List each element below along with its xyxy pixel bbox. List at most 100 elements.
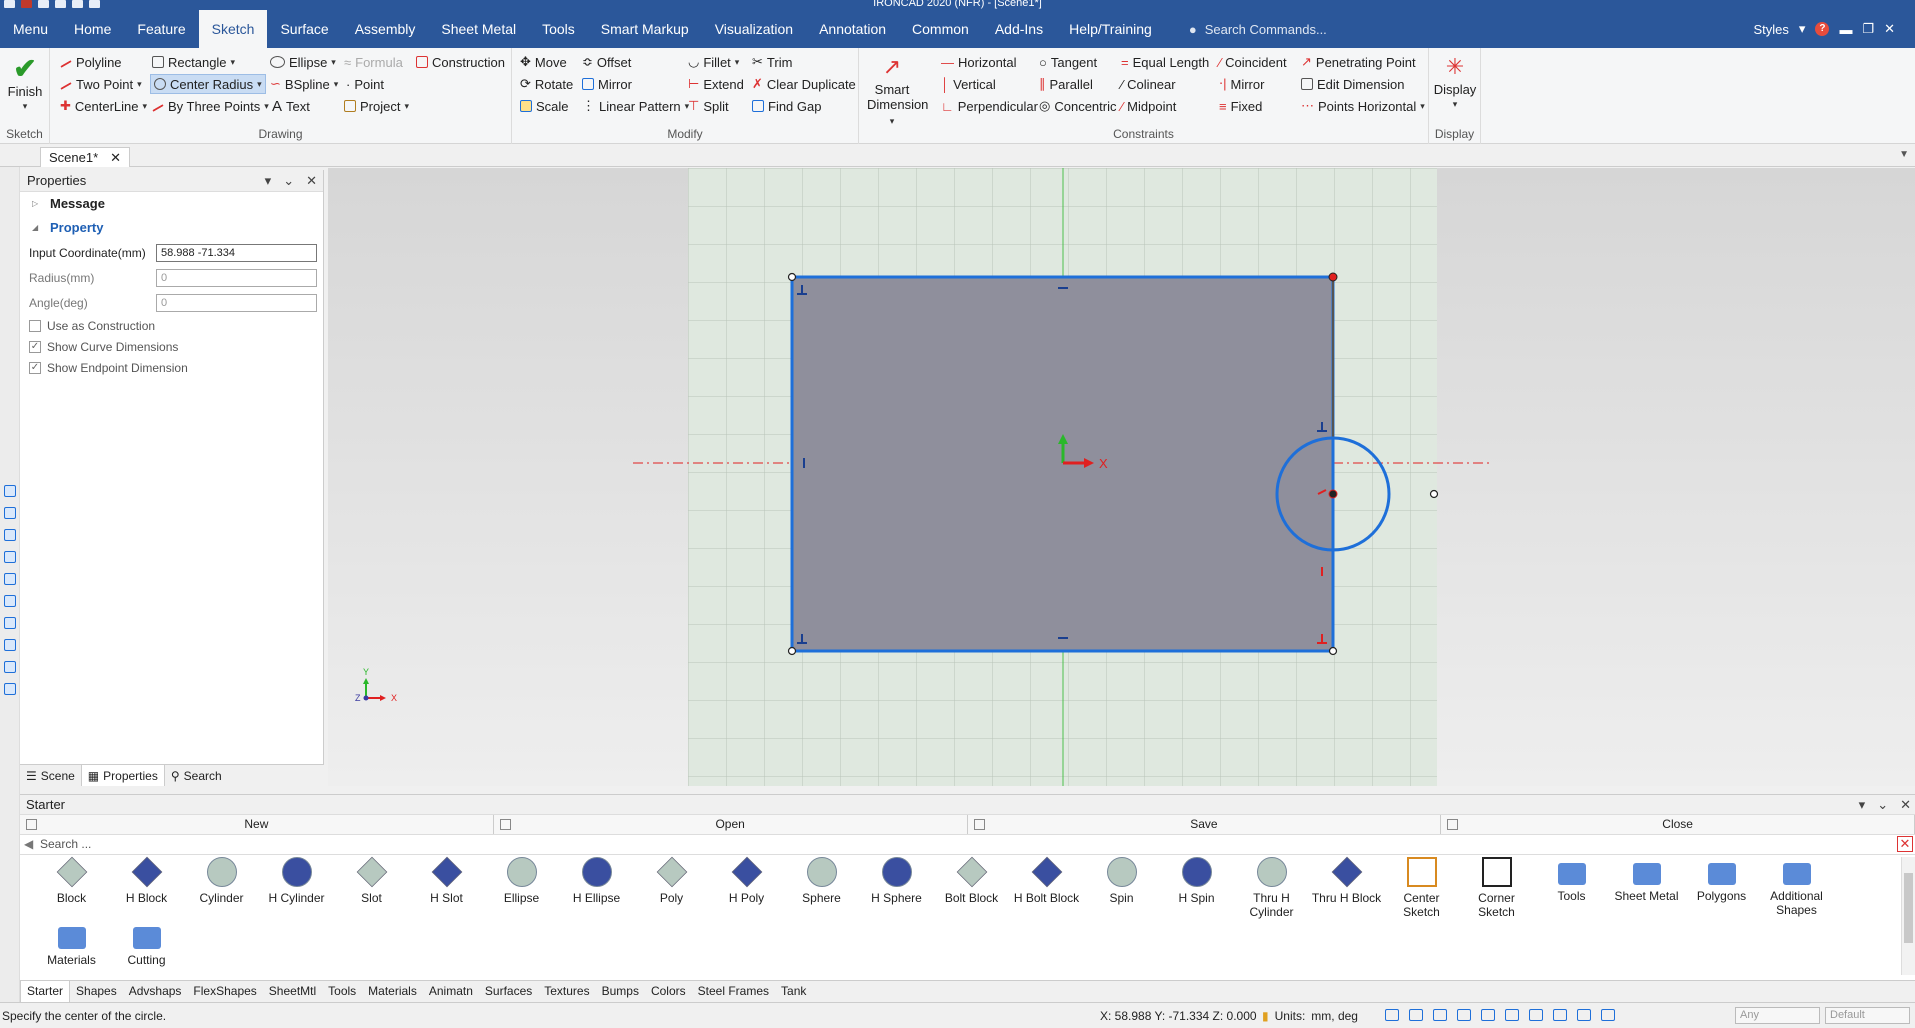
camera-icon[interactable] [1553,1009,1567,1021]
catalog-item[interactable]: Ellipse [484,857,559,905]
mirror-constraint-button[interactable]: ⋅| Mirror [1219,74,1264,94]
folder-icon[interactable] [1433,1009,1447,1021]
catalog-item[interactable]: Cutting [109,921,184,967]
vertical-constraint-button[interactable]: │ Vertical [941,74,996,94]
expand-icon[interactable]: ▷ [32,192,42,216]
sketch-rectangle-profile[interactable] [790,275,1335,653]
vertex-point-selected[interactable] [1328,272,1338,282]
by-three-points-button[interactable]: By Three Points ▾ [152,96,269,116]
tab-surface[interactable]: Surface [267,10,341,48]
extend-button[interactable]: ⊢ Extend [688,74,744,94]
move-button[interactable]: ✥ Move [520,52,567,72]
chevron-down-icon[interactable]: ▾ [1859,795,1866,815]
view-tool-icon[interactable] [4,551,16,563]
pin-icon[interactable]: ⌄ [283,170,294,192]
catalog-item[interactable]: H Spin [1159,857,1234,905]
catalog-tab[interactable]: Advshaps [123,981,188,1002]
catalog-new-button[interactable]: New [20,815,494,834]
catalog-item[interactable]: Bolt Block [934,856,1009,905]
point-button[interactable]: · Point [346,74,384,94]
centerline-button[interactable]: ✚ CenterLine ▾ [60,96,147,116]
tab-tools[interactable]: Tools [529,10,588,48]
horizontal-constraint-button[interactable]: ― Horizontal [941,52,1017,72]
colinear-constraint-button[interactable]: ⁄ Colinear [1121,74,1176,94]
midpoint-constraint-button[interactable]: ∕ Midpoint [1121,96,1176,116]
close-icon[interactable]: ✕ [1900,795,1911,815]
view-tool-icon[interactable] [4,639,16,651]
catalog-item[interactable]: Spin [1084,857,1159,905]
document-tab-scene1[interactable]: Scene1* ✕ [40,147,131,167]
use-as-construction-checkbox[interactable]: Use as Construction [20,315,323,336]
concentric-constraint-button[interactable]: ◎ Concentric [1039,96,1116,116]
catalog-item[interactable]: H Slot [409,856,484,905]
catalog-item[interactable]: Thru H Cylinder [1234,857,1309,919]
checkbox-checked-icon[interactable]: ✓ [29,361,41,374]
render-mode-icon[interactable] [1481,1009,1495,1021]
checkbox-checked-icon[interactable]: ✓ [29,340,41,353]
property-section[interactable]: ◢ Property [20,216,323,240]
catalog-tab[interactable]: Bumps [596,981,645,1002]
catalog-item[interactable]: Tools [1534,857,1609,903]
catalog-tab[interactable]: Materials [362,981,423,1002]
catalog-item[interactable]: Corner Sketch [1459,857,1534,919]
vertex-point[interactable] [787,272,797,282]
view-cube-icon[interactable] [1457,1009,1471,1021]
checkbox-unchecked-icon[interactable] [29,319,41,332]
catalog-search-input[interactable]: Search ... [40,837,91,851]
chevron-down-icon[interactable]: ▾ [265,170,272,192]
smart-dimension-button[interactable]: ↗ Smart Dimension ▾ [867,52,928,129]
restore-icon[interactable]: ❐ [1862,21,1874,37]
tab-home[interactable]: Home [61,10,124,48]
catalog-tab[interactable]: Steel Frames [692,981,775,1002]
equal-length-constraint-button[interactable]: = Equal Length [1121,52,1209,72]
show-endpoint-dimension-checkbox[interactable]: ✓ Show Endpoint Dimension [20,357,323,378]
close-icon[interactable]: ✕ [306,170,317,192]
view-tool-icon[interactable] [4,507,16,519]
catalog-item[interactable]: H Poly [709,856,784,905]
bspline-button[interactable]: ∽ BSpline ▾ [270,74,338,94]
chevron-down-icon[interactable]: ▾ [1799,21,1806,37]
shading-icon[interactable] [1577,1009,1591,1021]
command-search-input[interactable]: Search Commands... [1205,22,1327,37]
tab-sketch[interactable]: Sketch [198,10,268,48]
radius-field[interactable]: 0 [156,268,317,287]
formula-button[interactable]: ≈ Formula [344,52,403,72]
styles-menu[interactable]: Styles [1754,22,1789,37]
text-button[interactable]: A Text [272,96,310,116]
style-select[interactable]: Default [1825,1007,1910,1024]
edit-dimension-button[interactable]: Edit Dimension [1301,74,1404,94]
view-tool-icon[interactable] [4,573,16,585]
fixed-constraint-button[interactable]: ≡ Fixed [1219,96,1262,116]
trim-button[interactable]: ✂ Trim [752,52,792,72]
catalog-item[interactable]: Additional Shapes [1759,857,1834,917]
pin-icon[interactable]: ⌄ [1877,795,1888,815]
message-section[interactable]: ▷ Message [20,192,323,216]
catalog-item[interactable]: Thru H Block [1309,856,1384,905]
catalog-tab[interactable]: Surfaces [479,981,538,1002]
tab-search[interactable]: ⚲ Search [165,765,228,786]
back-arrow-icon[interactable]: ◀ [24,835,33,854]
catalog-item[interactable]: Sphere [784,857,859,905]
box-icon[interactable] [1529,1009,1543,1021]
catalog-item[interactable]: Sheet Metal [1609,857,1684,903]
catalog-item[interactable]: Block [34,856,109,905]
catalog-item[interactable]: Polygons [1684,857,1759,903]
clear-search-icon[interactable]: ✕ [1897,836,1913,852]
perpendicular-constraint-button[interactable]: ∟ Perpendicular [941,96,1038,116]
find-gap-button[interactable]: Find Gap [752,96,821,116]
catalog-tab[interactable]: Shapes [70,981,123,1002]
coincident-constraint-button[interactable]: ∕ Coincident [1219,52,1287,72]
penetrating-point-button[interactable]: ↗ Penetrating Point [1301,52,1416,72]
input-coordinate-field[interactable]: 58.988 -71.334 [156,243,317,262]
angle-field[interactable]: 0 [156,293,317,312]
tab-annotation[interactable]: Annotation [806,10,899,48]
ellipse-button[interactable]: Ellipse ▾ [270,52,336,72]
project-button[interactable]: Project ▾ [344,96,409,116]
catalog-scrollbar[interactable] [1901,857,1915,975]
view-tool-icon[interactable] [4,617,16,629]
catalog-tab[interactable]: Tools [322,981,362,1002]
finish-button[interactable]: ✔ Finish ▾ [6,54,44,114]
collapse-icon[interactable]: ◢ [32,216,42,240]
tab-menu[interactable]: Menu [0,10,61,48]
polyline-button[interactable]: Polyline [60,52,122,72]
